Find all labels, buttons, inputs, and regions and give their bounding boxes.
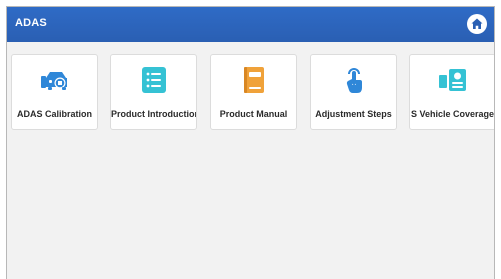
app-window: ADAS ADAS Calibration Product Introducti…	[6, 6, 495, 279]
adas-calibration-icon	[40, 72, 67, 90]
vehicle-coverage-icon	[438, 69, 466, 91]
tile-product-manual[interactable]: Product Manual	[210, 54, 297, 130]
tile-label: Product Introduction	[111, 109, 197, 119]
list-icon	[141, 67, 166, 93]
tile-adjustment-steps[interactable]: Adjustment Steps	[310, 54, 397, 130]
tile-adas-calibration[interactable]: ADAS Calibration	[11, 54, 98, 130]
tile-label: S Vehicle Coverage	[410, 109, 495, 119]
touch-hand-icon	[346, 68, 362, 93]
tile-label: Product Manual	[219, 109, 288, 119]
function-grid: ADAS Calibration Product Introduction Pr…	[11, 54, 495, 132]
home-icon	[471, 18, 483, 29]
top-bar: ADAS	[7, 7, 494, 42]
page-title: ADAS	[15, 17, 47, 29]
tile-label: ADAS Calibration	[16, 109, 92, 119]
home-button[interactable]	[467, 14, 487, 34]
tile-label: Adjustment Steps	[315, 109, 392, 119]
tile-product-introduction[interactable]: Product Introduction	[110, 54, 197, 130]
manual-book-icon	[243, 67, 264, 93]
tile-vehicle-coverage[interactable]: S Vehicle Coverage	[409, 54, 495, 130]
